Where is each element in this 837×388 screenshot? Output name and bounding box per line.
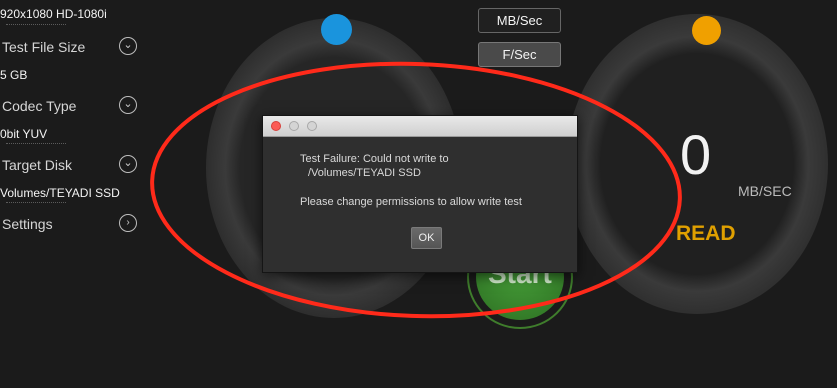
annotation-overlay [150,61,682,319]
red-annotation-ellipse [150,61,682,319]
